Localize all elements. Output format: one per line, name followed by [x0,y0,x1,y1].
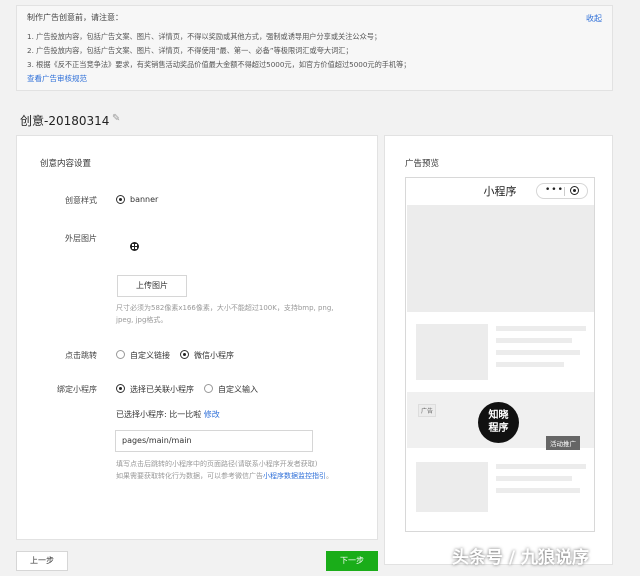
bind-linked-label: 选择已关联小程序 [130,385,194,394]
review-guidelines-link[interactable]: 查看广告审核规范 [27,73,602,84]
image-placeholder-icon [130,242,139,251]
selected-miniprogram: 已选择小程序: 比一比啦 修改 [116,409,220,420]
watermark: 头条号 / 九狼说序 [452,548,590,568]
modify-link[interactable]: 修改 [204,410,220,419]
style-banner-radio[interactable] [116,195,125,204]
data-monitor-guide-link[interactable]: 小程序数据监控指引 [263,472,326,480]
jump-custom-link-radio[interactable] [116,350,125,359]
placeholder-line [496,488,580,493]
notice-line: 3. 根据《反不正当竞争法》要求，有奖销售活动奖品价值最大金额不得超过5000元… [27,60,411,69]
preview-section-title: 广告预览 [405,159,440,169]
ad-tag: 广告 [418,404,437,417]
close-target-icon [570,186,579,195]
bind-custom-label: 自定义输入 [218,385,258,394]
ad-badge: 活动推广 [546,436,580,450]
placeholder-line [496,362,564,367]
ad-logo: 知晓 程序 [478,402,519,443]
upload-hint: 尺寸必须为582像素x166像素，大小不能超过100K，支持bmp, png, … [116,304,334,324]
capsule-divider [564,187,565,196]
notice-title: 制作广告创意前，请注意： [27,13,123,22]
upload-image-button[interactable]: 上传图片 [117,275,187,297]
bind-linked-radio[interactable] [116,384,125,393]
notice-line: 1. 广告投放内容，包括广告文案、图片、详情页，不得以奖励或其他方式，强制或诱导… [27,32,382,41]
capsule-button: ••• [536,183,588,199]
page-path-hint: 填写点击后跳转的小程序中的页面路径(请联系小程序开发者获取) 如果需要获取转化行… [116,460,333,480]
notice-line: 2. 广告投放内容，包括广告文案、图片、详情页，不得使用“最、第一、必备”等极限… [27,46,353,55]
placeholder-line [496,476,572,481]
jump-custom-link-label: 自定义链接 [130,351,170,360]
placeholder-thumb [416,324,488,380]
placeholder-line [496,338,572,343]
edit-pencil-icon[interactable]: ✎ [112,113,120,124]
placeholder-line [496,326,586,331]
jump-miniprogram-radio[interactable] [180,350,189,359]
placeholder-line [496,464,586,469]
prev-step-button[interactable]: 上一步 [16,551,68,571]
creative-title: 创意-20180314 [20,114,110,128]
page-path-input[interactable]: pages/main/main [115,430,313,452]
next-step-button[interactable]: 下一步 [326,551,378,571]
collapse-link[interactable]: 收起 [586,13,602,24]
style-label: 创意样式 [65,196,97,205]
bind-custom-radio[interactable] [204,384,213,393]
jump-miniprogram-label: 微信小程序 [194,351,234,360]
jump-label: 点击跳转 [65,351,97,360]
placeholder-thumb [416,462,488,512]
settings-section-title: 创意内容设置 [40,159,92,169]
bind-label: 绑定小程序 [57,385,97,394]
selected-miniprogram-text: 已选择小程序: 比一比啦 [116,410,202,419]
placeholder-banner [407,205,594,312]
more-dots-icon: ••• [545,185,564,195]
notice-box: 制作广告创意前，请注意： 收起 1. 广告投放内容，包括广告文案、图片、详情页，… [16,5,613,91]
style-banner-label: banner [130,195,159,204]
placeholder-line [496,350,580,355]
image-label: 外层图片 [65,234,97,243]
